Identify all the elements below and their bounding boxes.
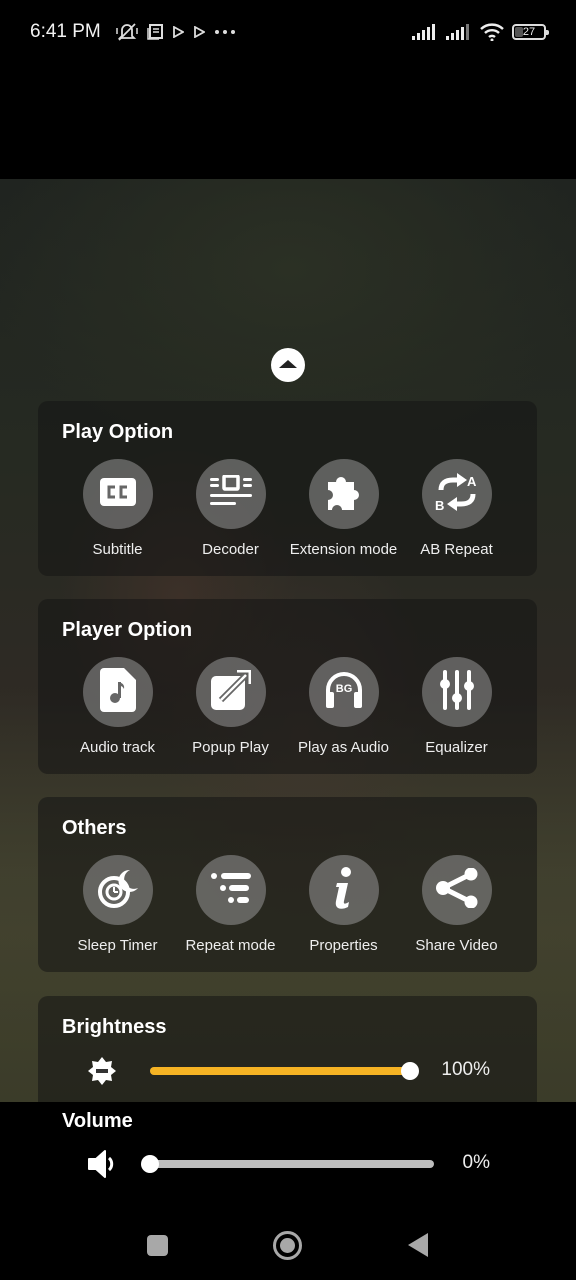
popup-play-button[interactable]: Popup Play [174,657,287,756]
signal-icon [412,24,438,40]
brightness-value: 100% [441,1059,490,1080]
brightness-slider-row: 100% [0,1056,576,1086]
decoder-icon [209,473,253,514]
navigation-bar [0,1215,576,1275]
svg-text:B: B [435,498,444,512]
wifi-icon [480,23,504,41]
brightness-slider-fill [150,1067,410,1075]
player-option-panel: Player Option Audio track Popup Play BG [38,599,537,774]
signal-icon [446,24,472,40]
sleep-timer-button[interactable]: Sleep Timer [61,855,174,954]
option-label: AB Repeat [420,541,493,558]
volume-value: 0% [462,1152,490,1173]
play-store-icon [193,26,205,38]
back-button[interactable] [408,1233,428,1257]
home-icon [280,1238,295,1253]
volume-icon [86,1149,118,1179]
puzzle-icon [322,472,366,517]
volume-slider-thumb[interactable] [141,1155,159,1173]
brightness-panel: Brightness [38,996,537,1102]
volume-slider-row: 0% [0,1149,576,1179]
svg-text:BG: BG [335,683,352,695]
status-time: 6:41 PM [30,21,101,42]
equalizer-button[interactable]: Equalizer [400,657,513,756]
option-label: Subtitle [92,541,143,558]
recents-button[interactable] [147,1235,168,1256]
decoder-button[interactable]: Decoder [174,459,287,558]
home-button[interactable] [273,1231,302,1260]
battery-icon: 27 [512,24,549,40]
section-title: Play Option [62,421,174,443]
ab-repeat-button[interactable]: AB AB Repeat [400,459,513,558]
more-dots-icon [214,29,236,35]
brightness-icon [86,1056,118,1086]
equalizer-icon [439,669,475,715]
others-panel: Others Sleep Timer Repeat mode Propertie… [38,797,537,972]
vibrate-off-icon [116,22,138,42]
option-label: Sleep Timer [77,937,158,954]
properties-button[interactable]: Properties [287,855,400,954]
notes-icon [147,24,163,40]
section-title: Others [62,817,127,839]
info-icon [332,866,356,914]
section-title: Brightness [62,1016,167,1038]
section-title: Player Option [62,619,193,641]
play-as-audio-button[interactable]: BG Play as Audio [287,657,400,756]
sleep-timer-icon [96,868,140,913]
play-store-icon [172,26,184,38]
headphones-bg-icon: BG [324,670,364,715]
option-label: Play as Audio [298,739,389,756]
repeat-list-icon [210,872,251,908]
option-label: Share Video [415,937,498,954]
play-option-panel: Play Option Subtitle Decoder Extension m… [38,401,537,576]
option-label: Popup Play [192,739,269,756]
option-label: Equalizer [425,739,488,756]
chevron-up-icon [279,360,297,368]
option-label: Audio track [79,739,156,756]
subtitle-button[interactable]: Subtitle [61,459,174,558]
brightness-slider[interactable] [150,1062,419,1080]
share-video-button[interactable]: Share Video [400,855,513,954]
collapse-button[interactable] [271,348,305,382]
option-label: Properties [309,937,378,954]
status-bar: 6:41 PM 27 [0,0,576,64]
audio-file-icon [99,667,136,717]
audio-track-button[interactable]: Audio track [61,657,174,756]
option-label: Extension mode [289,541,398,558]
volume-slider[interactable] [141,1155,434,1173]
battery-level: 27 [522,26,536,38]
option-label: Decoder [202,541,259,558]
extension-mode-button[interactable]: Extension mode [287,459,400,558]
closed-caption-icon [99,477,136,511]
brightness-slider-thumb[interactable] [401,1062,419,1080]
repeat-mode-button[interactable]: Repeat mode [174,855,287,954]
option-label: Repeat mode [185,937,276,954]
ab-repeat-icon: AB [435,472,479,517]
svg-text:A: A [467,474,477,489]
share-icon [435,867,479,913]
popup-icon [210,669,251,715]
section-title: Volume [62,1110,133,1132]
